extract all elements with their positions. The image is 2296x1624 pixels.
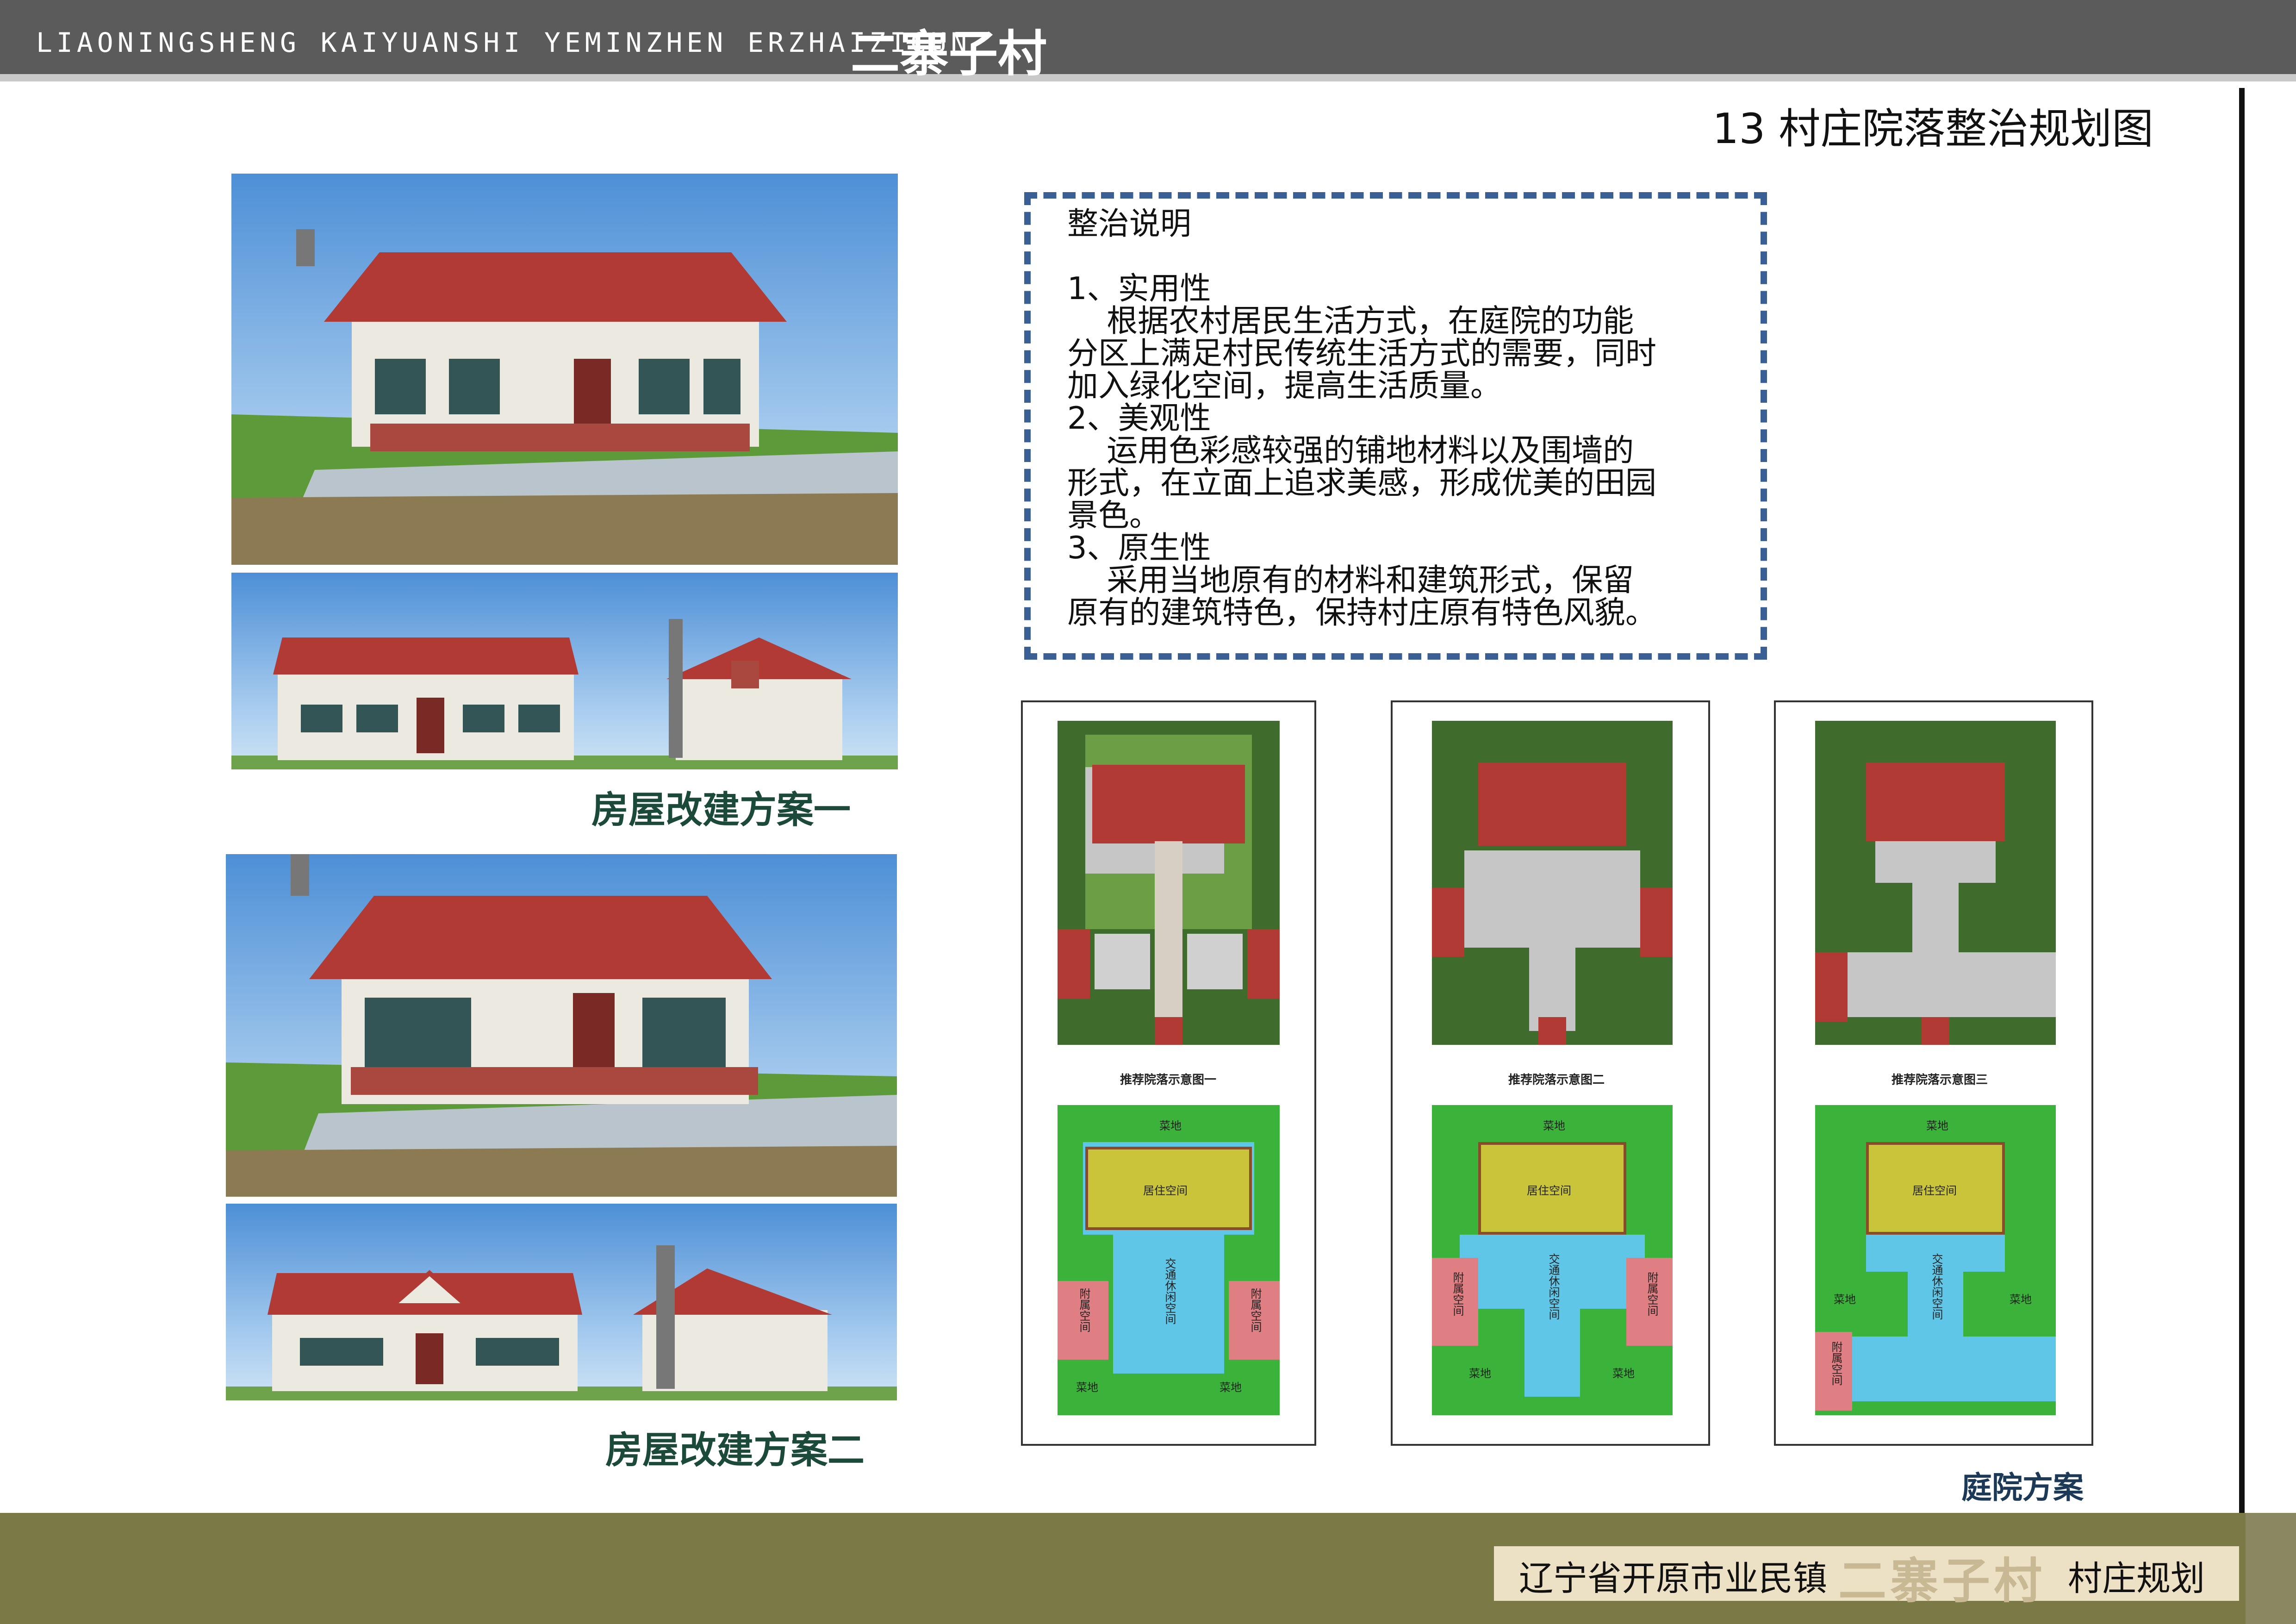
zone-label-traffic: 交通休闲空间 [1930, 1253, 1943, 1320]
right-border-rule [2239, 88, 2245, 1518]
house-render-icon [231, 229, 898, 565]
notes-line: 原有的建筑特色，保持村庄原有特色风貌。 [1067, 594, 1656, 631]
notes-line: 1、实用性 [1067, 270, 1211, 306]
zone-label-living: 居住空间 [1912, 1184, 1957, 1197]
notes-line: 形式，在立面上追求美感，形成优美的田园 [1067, 465, 1656, 501]
traffic-zone-lower [1524, 1309, 1580, 1397]
footer-location: 辽宁省开原市业民镇 [1519, 1559, 1827, 1599]
zone-label-traffic: 交通休闲空间 [1163, 1258, 1176, 1324]
notes-line: 运用色彩感较强的铺地材料以及围墙的 [1067, 432, 1634, 468]
scheme-two-elevations [226, 1204, 897, 1400]
courtyard-site-plan-icon [1058, 721, 1280, 1045]
notes-line: 加入绿化空间，提高生活质量。 [1067, 368, 1501, 404]
notes-line: 分区上满足村民传统生活方式的需要，同时 [1067, 335, 1656, 371]
elevation-drawing-icon [226, 1245, 897, 1400]
notes-line: 2、美观性 [1067, 400, 1211, 436]
zone-label-top: 菜地 [1543, 1119, 1565, 1132]
courtyard-plan-caption: 推荐院落示意图三 [1892, 1073, 1988, 1087]
zoning-diagram-3: 菜地 居住空间 交通休闲空间 附属空间 菜地 菜地 [1815, 1105, 2056, 1415]
project-name-en: LIAONINGSHENG KAIYUANSHI YEMINZHEN ERZHA… [36, 27, 971, 58]
page-title: 13 村庄院落整治规划图 [1712, 105, 2154, 153]
zone-label-mid-right: 菜地 [2010, 1293, 2032, 1306]
zone-label-bottom-left: 菜地 [1076, 1381, 1098, 1394]
footer-end-block [2246, 1513, 2296, 1624]
notes-title: 整治说明 [1067, 206, 1191, 242]
notes-line: 采用当地原有的材料和建筑形式，保留 [1067, 562, 1634, 598]
courtyard-site-plan-icon [1815, 721, 2056, 1045]
courtyard-plan-caption: 推荐院落示意图一 [1120, 1073, 1217, 1087]
zone-label-living: 居住空间 [1143, 1184, 1188, 1197]
zone-label-mid-left: 菜地 [1834, 1293, 1856, 1306]
zone-label-bottom-right: 菜地 [1612, 1367, 1635, 1380]
project-name-cn: 二寨子村 [851, 25, 1047, 82]
notes-line: 景色。 [1067, 497, 1160, 533]
zone-label-top: 菜地 [1926, 1119, 1948, 1132]
zoning-diagram-1: 菜地 居住空间 交通休闲空间 附属空间 附属空间 菜地 菜地 [1058, 1105, 1280, 1415]
scheme-two-caption: 房屋改建方案二 [605, 1429, 865, 1472]
courtyard-section-caption: 庭院方案 [1961, 1470, 2084, 1505]
notes-text: 整治说明 1、实用性 根据农村居民生活方式，在庭院的功能 分区上满足村民传统生活… [1067, 207, 1738, 629]
footer-plan-type: 村庄规划 [2068, 1559, 2205, 1599]
house-render-icon [226, 854, 897, 1197]
scheme-one-caption: 房屋改建方案一 [591, 788, 851, 831]
zone-label-side-left: 附属空间 [1077, 1288, 1090, 1332]
footer-village-name: 二寨子村 [1838, 1553, 2046, 1609]
zone-label-side-right: 附属空间 [1645, 1272, 1658, 1316]
zone-label-side-right: 附属空间 [1249, 1288, 1262, 1332]
scheme-one-perspective-render [231, 174, 898, 565]
header-divider [0, 74, 2296, 81]
courtyard-plan-panel-2: 推荐院落示意图二 菜地 居住空间 交通休闲空间 附属空间 附属空间 菜地 菜地 [1391, 700, 1710, 1446]
scheme-two-perspective-render [226, 854, 897, 1197]
courtyard-plan-panel-1: 推荐院落示意图一 菜地 居住空间 交通休闲空间 附属空间 附属空间 菜地 菜地 [1021, 700, 1316, 1446]
zoning-diagram-2: 菜地 居住空间 交通休闲空间 附属空间 附属空间 菜地 菜地 [1432, 1105, 1673, 1415]
courtyard-plan-panel-3: 推荐院落示意图三 菜地 居住空间 交通休闲空间 附属空间 菜地 菜地 [1774, 700, 2093, 1446]
courtyard-plan-caption: 推荐院落示意图二 [1508, 1073, 1605, 1087]
zone-label-bottom-right: 菜地 [1220, 1381, 1242, 1394]
zone-label-top: 菜地 [1159, 1119, 1182, 1132]
courtyard-site-plan-icon [1432, 721, 1673, 1045]
scheme-one-elevations [231, 573, 898, 769]
notes-line: 3、原生性 [1067, 530, 1211, 566]
zone-label-bottom-left: 菜地 [1469, 1367, 1491, 1380]
zone-label-traffic: 交通休闲空间 [1547, 1253, 1560, 1320]
elevation-drawing-icon [231, 619, 898, 769]
zone-label-living: 居住空间 [1527, 1184, 1571, 1197]
zone-label-side-left: 附属空间 [1829, 1341, 1842, 1386]
zone-label-side-left: 附属空间 [1451, 1272, 1464, 1316]
notes-line: 根据农村居民生活方式，在庭院的功能 [1067, 303, 1634, 339]
